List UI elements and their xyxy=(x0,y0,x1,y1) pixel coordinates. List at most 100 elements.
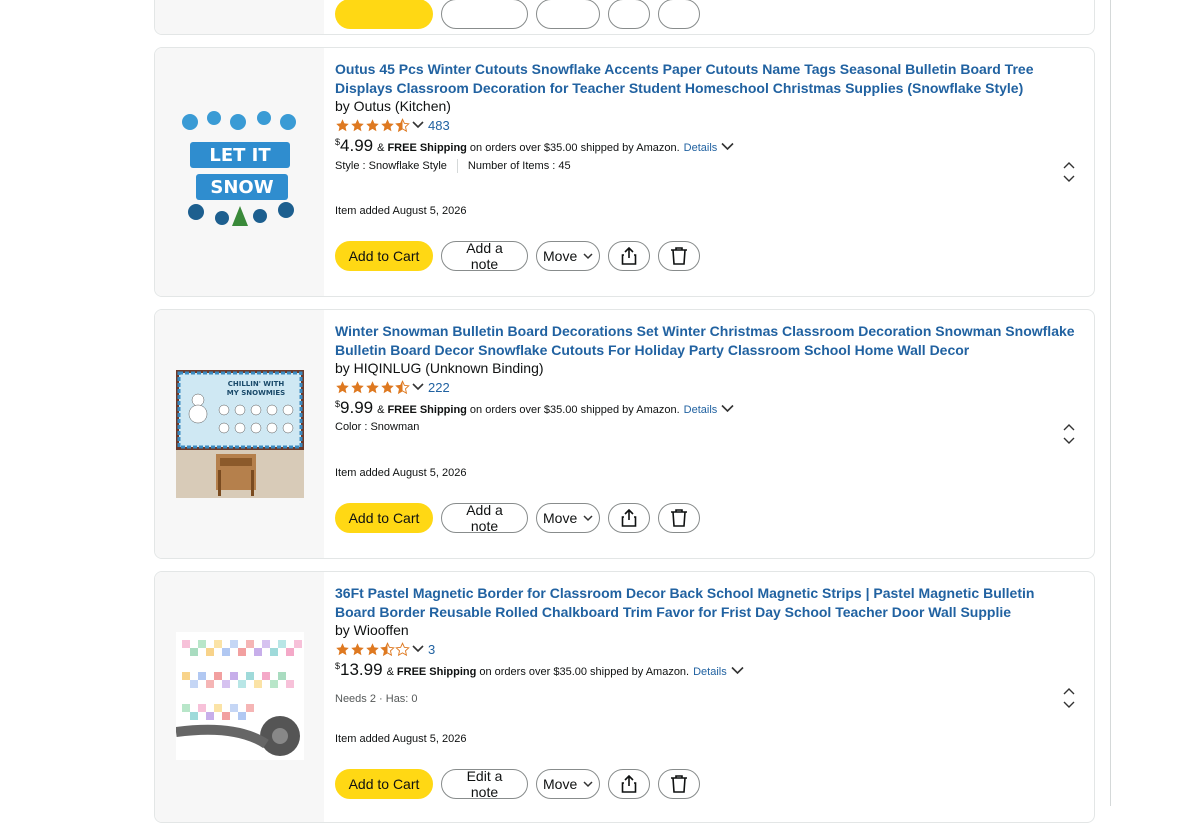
chevron-down-icon[interactable] xyxy=(731,666,744,675)
shipping-amp: & xyxy=(386,666,394,678)
chevron-down-icon[interactable] xyxy=(412,382,424,392)
add-note-button[interactable]: Add a note xyxy=(441,240,528,272)
item-attributes: Style : Snowflake Style Number of Items … xyxy=(335,159,571,173)
price: 13.99 xyxy=(340,660,383,679)
star-icon xyxy=(336,118,349,131)
rating-row[interactable]: 483 xyxy=(335,116,450,134)
add-to-cart-button[interactable]: Add to Cart xyxy=(335,769,433,799)
star-icon xyxy=(366,118,379,131)
chevron-down-icon xyxy=(583,253,593,260)
wishlist-item-card: CHILLIN' WITH MY SNOWMIES Winter Snowman… xyxy=(154,309,1095,559)
svg-text:CHILLIN' WITH: CHILLIN' WITH xyxy=(228,380,285,388)
item-count-attribute: Number of Items : 45 xyxy=(467,160,571,172)
star-icon xyxy=(366,642,379,655)
star-icon xyxy=(366,380,379,393)
share-button[interactable] xyxy=(608,241,650,271)
delete-button[interactable] xyxy=(658,769,700,799)
free-shipping-label: FREE Shipping xyxy=(396,666,477,678)
move-label: Move xyxy=(543,510,578,526)
product-byline: by Outus (Kitchen) xyxy=(335,98,451,114)
star-rating[interactable] xyxy=(335,117,410,133)
chevron-down-icon[interactable] xyxy=(721,142,734,151)
chevron-down-icon[interactable] xyxy=(721,404,734,413)
chevron-down-icon xyxy=(583,781,593,788)
price-line: $ 13.99 & FREE Shipping on orders over $… xyxy=(335,660,744,680)
delete-button[interactable] xyxy=(658,503,700,533)
add-to-cart-button[interactable]: Add to Cart xyxy=(335,503,433,533)
edit-note-button[interactable]: Edit a note xyxy=(441,768,528,800)
trash-icon xyxy=(671,775,687,793)
move-button[interactable]: Move xyxy=(536,241,600,271)
star-rating[interactable] xyxy=(335,379,410,395)
share-icon xyxy=(621,247,637,265)
delete-button[interactable] xyxy=(658,241,700,271)
details-link[interactable]: Details xyxy=(684,142,718,154)
shipping-amp: & xyxy=(377,142,385,154)
review-count-link[interactable]: 3 xyxy=(428,642,435,657)
add-to-cart-button[interactable]: Add to Cart xyxy=(335,241,433,271)
svg-text:MY SNOWMIES: MY SNOWMIES xyxy=(227,389,285,397)
product-image-area[interactable]: LET IT SNOW xyxy=(155,48,324,296)
reorder-arrows-icon[interactable] xyxy=(1062,161,1076,183)
product-image-area[interactable] xyxy=(155,572,324,822)
reorder-arrows-icon[interactable] xyxy=(1062,423,1076,445)
price: 4.99 xyxy=(340,136,374,155)
star-icon xyxy=(336,642,349,655)
move-button[interactable]: Move xyxy=(536,769,600,799)
previous-item-card xyxy=(154,0,1095,35)
details-link[interactable]: Details xyxy=(684,404,718,416)
product-title-link[interactable]: Winter Snowman Bulletin Board Decoration… xyxy=(335,322,1075,360)
currency-symbol: $ xyxy=(335,661,341,671)
wishlist-item-card: LET IT SNOW Outus 45 Pcs Winter Cutouts … xyxy=(154,47,1095,297)
share-button[interactable] xyxy=(608,503,650,533)
shipping-note: on orders over $35.00 shipped by Amazon. xyxy=(479,666,690,678)
chevron-down-icon[interactable] xyxy=(412,120,424,130)
color-attribute: Color : Snowman xyxy=(335,421,420,433)
price-line: $ 9.99 & FREE Shipping on orders over $3… xyxy=(335,398,734,418)
item-actions: Add to Cart Add a note Move xyxy=(335,240,708,272)
star-icon xyxy=(351,118,364,131)
shipping-note: on orders over $35.00 shipped by Amazon. xyxy=(469,404,680,416)
share-icon xyxy=(621,509,637,527)
currency-symbol: $ xyxy=(335,399,341,409)
share-icon xyxy=(621,775,637,793)
free-shipping-label: FREE Shipping xyxy=(387,404,467,416)
product-title-link[interactable]: Outus 45 Pcs Winter Cutouts Snowflake Ac… xyxy=(335,60,1075,98)
star-icon xyxy=(351,642,364,655)
review-count-link[interactable]: 483 xyxy=(428,118,450,133)
product-image[interactable] xyxy=(176,632,304,760)
chevron-down-icon xyxy=(583,515,593,522)
product-byline: by HIQINLUG (Unknown Binding) xyxy=(335,360,544,376)
item-added-date: Item added August 5, 2026 xyxy=(335,205,467,217)
needs-has-count: Needs 2 · Has: 0 xyxy=(335,693,418,705)
product-byline: by Wiooffen xyxy=(335,622,409,638)
half-star-icon xyxy=(380,641,395,656)
trash-icon xyxy=(671,509,687,527)
star-rating[interactable] xyxy=(335,641,410,657)
half-star-icon xyxy=(395,117,410,132)
star-icon xyxy=(381,380,394,393)
review-count-link[interactable]: 222 xyxy=(428,380,450,395)
price-line: $ 4.99 & FREE Shipping on orders over $3… xyxy=(335,136,734,156)
product-image-area[interactable]: CHILLIN' WITH MY SNOWMIES xyxy=(155,310,324,558)
chevron-down-icon[interactable] xyxy=(412,644,424,654)
rating-row[interactable]: 222 xyxy=(335,378,450,396)
share-button[interactable] xyxy=(608,769,650,799)
product-image[interactable]: LET IT SNOW xyxy=(176,108,304,236)
style-attribute: Style : Snowflake Style xyxy=(335,160,447,172)
item-actions: Add to Cart Add a note Move xyxy=(335,502,708,534)
add-note-button[interactable]: Add a note xyxy=(441,502,528,534)
move-label: Move xyxy=(543,776,578,792)
details-link[interactable]: Details xyxy=(693,666,727,678)
star-icon xyxy=(336,380,349,393)
svg-text:LET IT: LET IT xyxy=(209,145,271,166)
attribute-separator xyxy=(456,159,458,173)
reorder-arrows-icon[interactable] xyxy=(1062,687,1076,709)
product-image[interactable]: CHILLIN' WITH MY SNOWMIES xyxy=(176,370,304,498)
shipping-amp: & xyxy=(377,404,385,416)
shipping-note: on orders over $35.00 shipped by Amazon. xyxy=(469,142,680,154)
move-button[interactable]: Move xyxy=(536,503,600,533)
item-added-date: Item added August 5, 2026 xyxy=(335,733,467,745)
rating-row[interactable]: 3 xyxy=(335,640,435,658)
product-title-link[interactable]: 36Ft Pastel Magnetic Border for Classroo… xyxy=(335,584,1075,622)
